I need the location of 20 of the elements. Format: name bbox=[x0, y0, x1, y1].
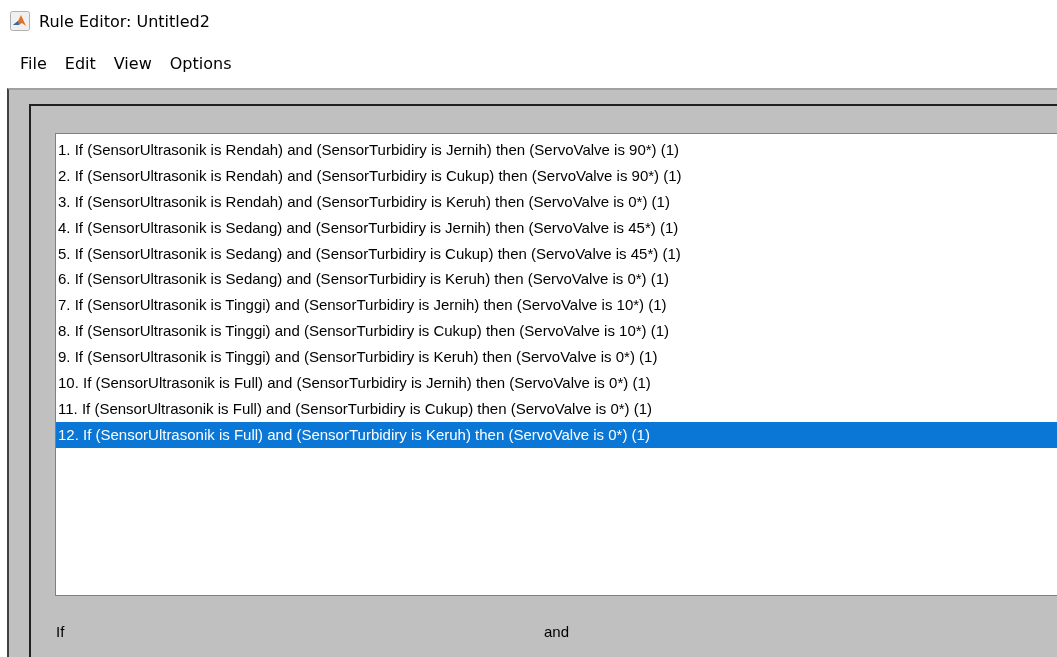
rule-item[interactable]: 4. If (SensorUltrasonik is Sedang) and (SensorTurbidiry is Jernih) then (ServoValve is 45*) (1) bbox=[56, 214, 1057, 241]
menu-item[interactable]: File bbox=[12, 49, 53, 81]
menu-item[interactable]: Edit bbox=[56, 49, 102, 81]
field-label: If bbox=[56, 623, 66, 640]
rule-item[interactable]: 11. If (SensorUltrasonik is Full) and (SensorTurbidiry is Cukup) then (ServoValve is 0*) (1) bbox=[56, 395, 1057, 422]
rule-item[interactable]: 10. If (SensorUltrasonik is Full) and (SensorTurbidiry is Jernih) then (ServoValve is 0*) (1) bbox=[56, 370, 1057, 396]
app-logo-icon bbox=[10, 11, 30, 31]
rule-item[interactable]: 6. If (SensorUltrasonik is Sedang) and (SensorTurbidiry is Keruh) then (ServoValve is 0*) (1) bbox=[56, 266, 1057, 293]
field-label: and bbox=[544, 623, 571, 640]
rule-item[interactable]: 5. If (SensorUltrasonik is Sedang) and (SensorTurbidiry is Cukup) then (ServoValve is 45*) (1) bbox=[56, 240, 1057, 267]
menu-item[interactable]: View bbox=[105, 49, 158, 81]
menu-item[interactable]: Options bbox=[161, 49, 238, 81]
window-title: Rule Editor: Untitled2 bbox=[39, 11, 210, 31]
rule-item[interactable]: 1. If (SensorUltrasonik is Rendah) and (SensorTurbidiry is Jernih) then (ServoValve is 90*) (1) bbox=[56, 137, 1057, 163]
rule-item[interactable]: 8. If (SensorUltrasonik is Tinggi) and (SensorTurbidiry is Cukup) then (ServoValve is 10*) (1) bbox=[56, 318, 1057, 345]
rule-item[interactable]: 9. If (SensorUltrasonik is Tinggi) and (SensorTurbidiry is Keruh) then (ServoValve is 0*) (1) bbox=[56, 344, 1057, 370]
rule-item[interactable]: 12. If (SensorUltrasonik is Full) and (SensorTurbidiry is Keruh) then (ServoValve is 0*) (1) bbox=[56, 421, 1057, 448]
rule-item[interactable]: 7. If (SensorUltrasonik is Tinggi) and (SensorTurbidiry is Jernih) then (ServoValve is 10*) (1) bbox=[56, 292, 1057, 319]
rule-item[interactable]: 2. If (SensorUltrasonik is Rendah) and (SensorTurbidiry is Cukup) then (ServoValve is 90*) (1) bbox=[56, 162, 1057, 189]
rule-item[interactable]: 3. If (SensorUltrasonik is Rendah) and (SensorTurbidiry is Keruh) then (ServoValve is 0*) (1) bbox=[56, 188, 1057, 215]
